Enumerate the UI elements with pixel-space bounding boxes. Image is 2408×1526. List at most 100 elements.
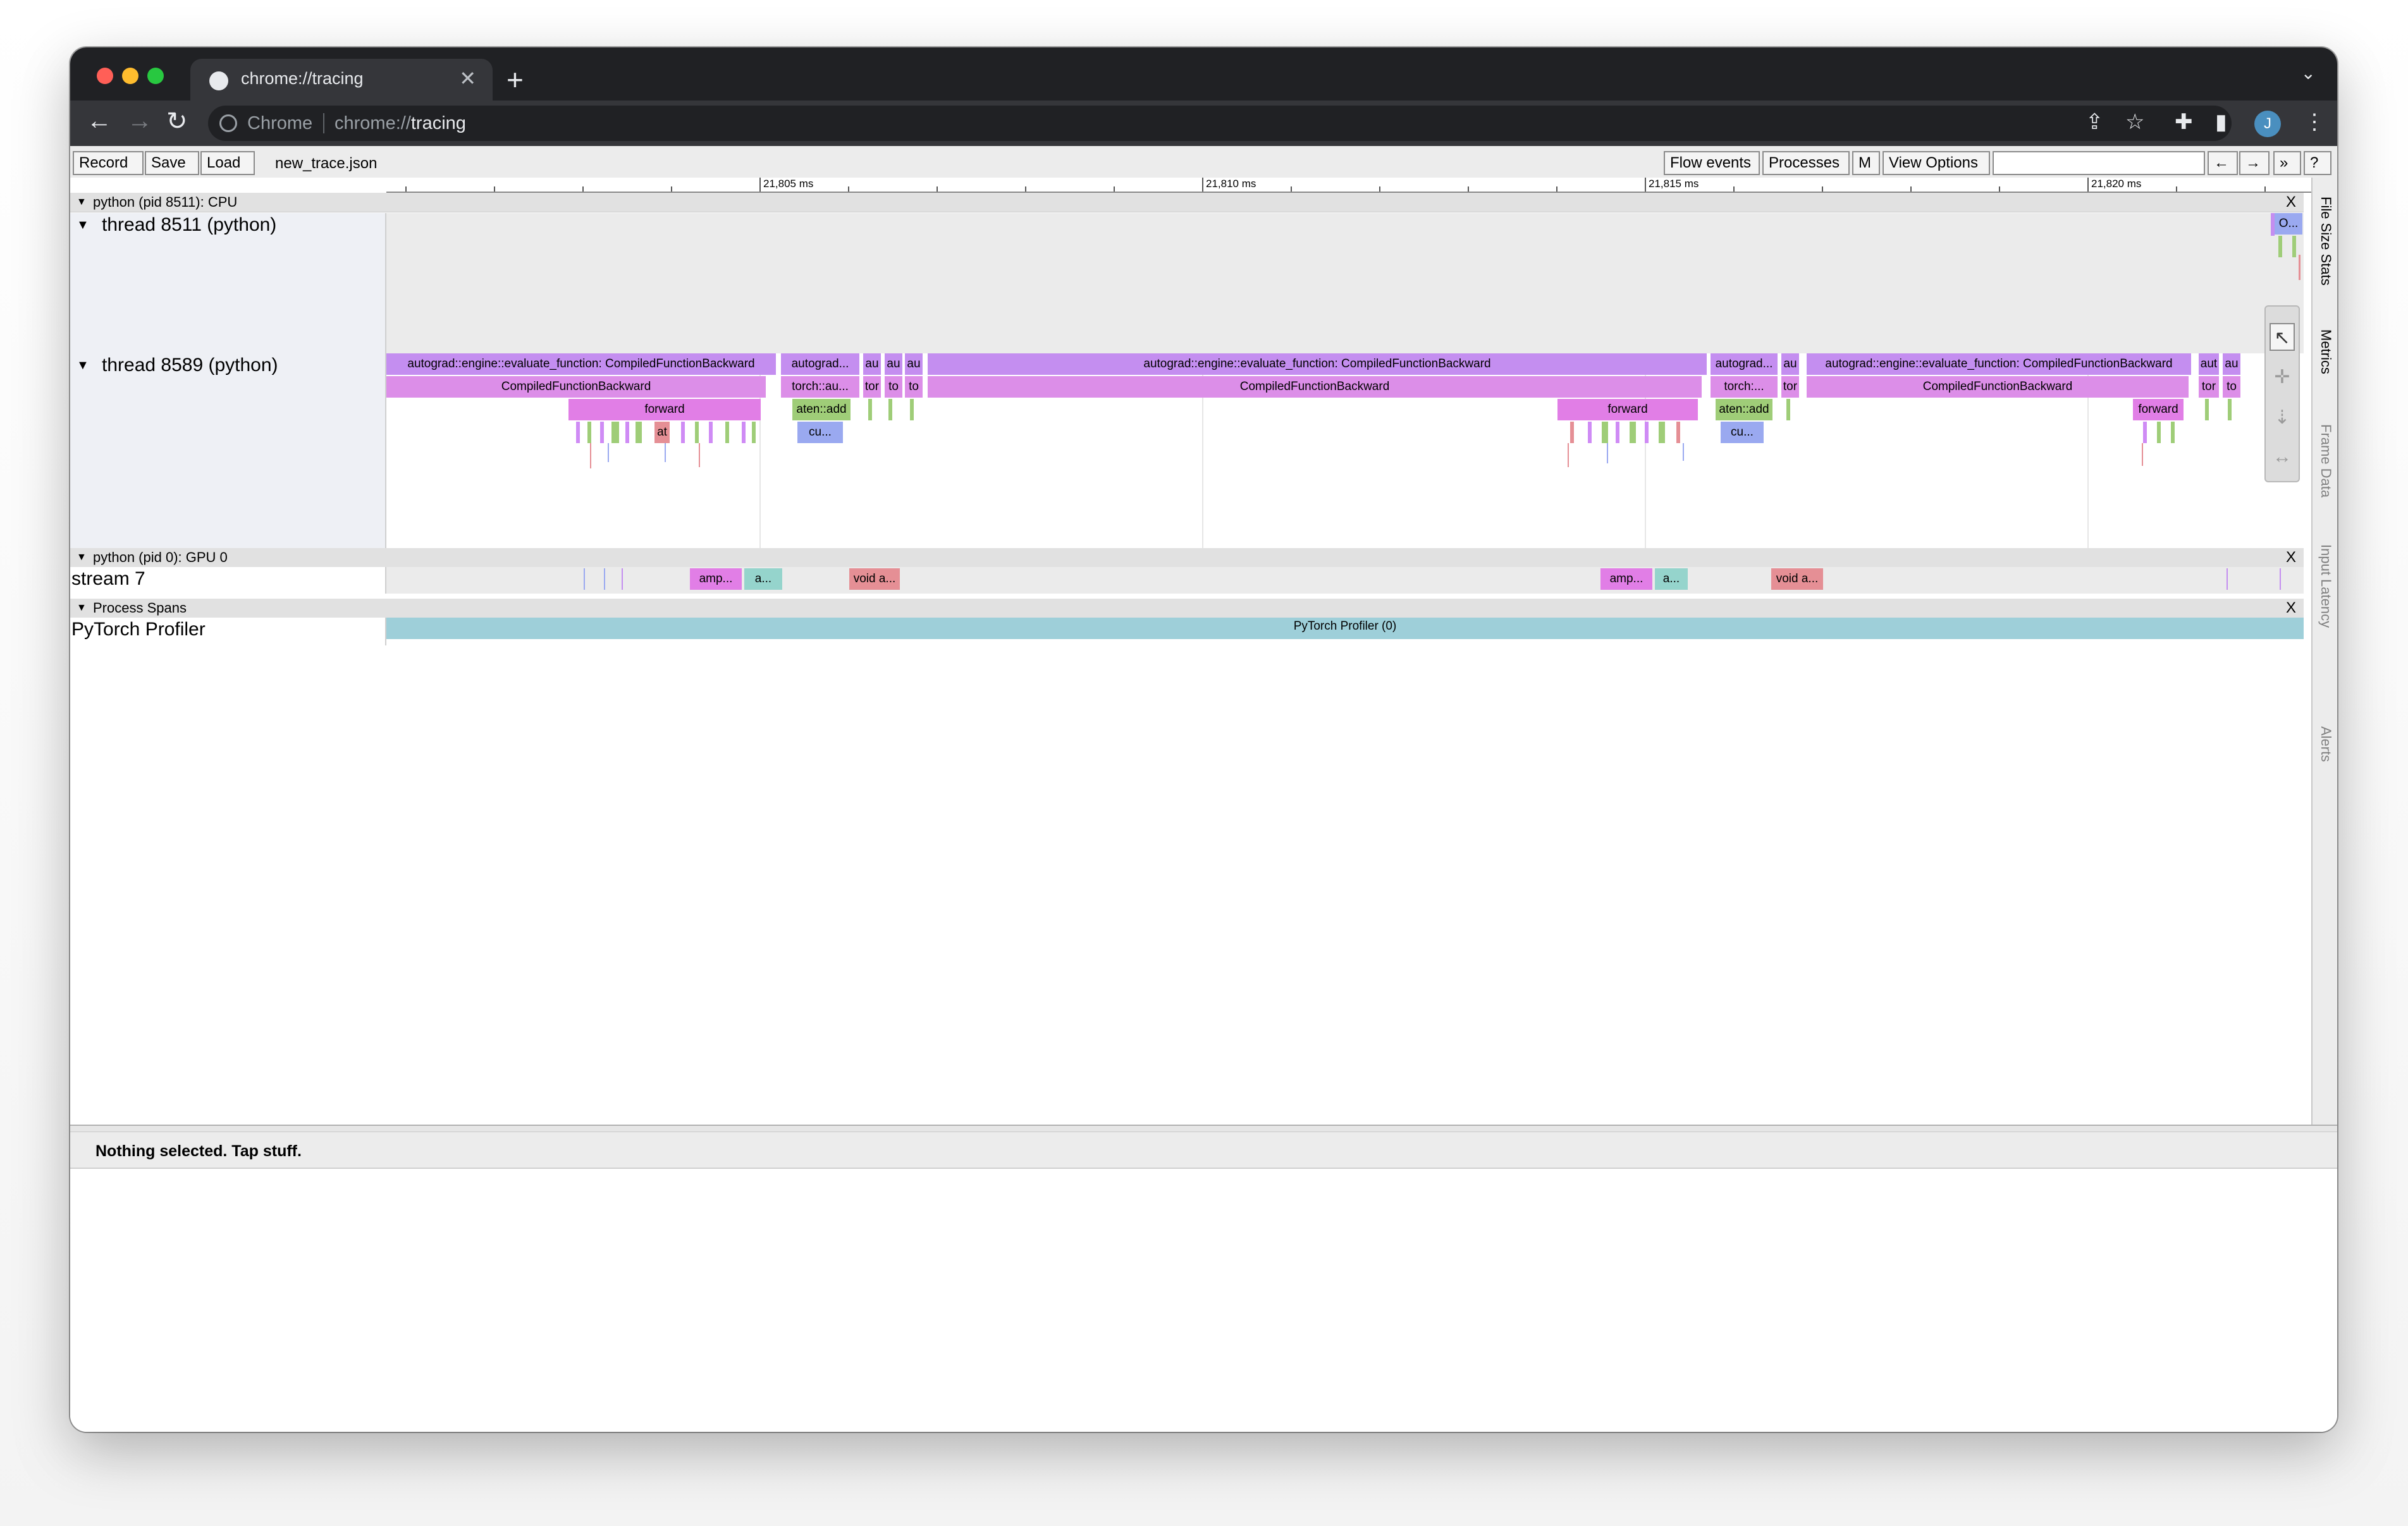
collapse-triangle-icon[interactable]: ▼ xyxy=(77,548,87,567)
url-scheme: chrome:// xyxy=(335,113,411,133)
tab-alerts[interactable]: Alerts xyxy=(2318,726,2334,762)
back-icon[interactable]: ← xyxy=(87,107,112,135)
pan-mode-icon[interactable]: ✛ xyxy=(2270,363,2295,391)
trace-slice[interactable]: au xyxy=(885,353,902,375)
view-options-button[interactable]: View Options xyxy=(1883,151,1990,175)
chrome-menu-icon[interactable]: ⋮ xyxy=(2304,109,2325,135)
bookmark-star-icon[interactable]: ☆ xyxy=(2125,109,2144,135)
trace-slice[interactable]: CompiledFunctionBackward xyxy=(386,376,766,398)
expand-button[interactable]: » xyxy=(2273,151,2301,175)
find-next-button[interactable]: → xyxy=(2239,151,2270,175)
zoom-mode-icon[interactable]: ⇣ xyxy=(2270,404,2295,432)
trace-slice[interactable]: CompiledFunctionBackward xyxy=(928,376,1702,398)
trace-slice[interactable]: tor xyxy=(863,376,881,398)
trace-slice[interactable]: cu... xyxy=(1721,422,1764,443)
stream-label-7[interactable]: stream 7 xyxy=(70,567,386,594)
trace-slice[interactable]: O... xyxy=(2275,213,2302,235)
trace-slice[interactable]: forward xyxy=(568,399,761,420)
profile-avatar[interactable]: J xyxy=(2254,111,2281,137)
save-button[interactable]: Save xyxy=(145,151,199,175)
tab-frame-data[interactable]: Frame Data xyxy=(2318,424,2334,497)
trace-slice[interactable]: au xyxy=(1781,353,1799,375)
process-header-gpu[interactable]: ▼ python (pid 0): GPU 0 X xyxy=(70,548,2304,568)
trace-slice[interactable]: to xyxy=(885,376,902,398)
tab-search-button[interactable]: ⌄ xyxy=(2301,63,2316,83)
reload-icon[interactable]: ↻ xyxy=(166,107,188,136)
trace-slice[interactable]: aut xyxy=(2199,353,2219,375)
trace-slice[interactable]: cu... xyxy=(797,422,843,443)
trace-slice[interactable]: tor xyxy=(2199,376,2219,398)
trace-slice[interactable]: to xyxy=(2223,376,2240,398)
trace-slice[interactable]: au xyxy=(905,353,923,375)
collapse-triangle-icon[interactable]: ▼ xyxy=(77,358,89,373)
tab-file-size-stats[interactable]: File Size Stats xyxy=(2318,197,2334,286)
tab-metrics[interactable]: Metrics xyxy=(2318,329,2334,374)
collapse-triangle-icon[interactable]: ▼ xyxy=(77,193,87,212)
kernel-slice[interactable]: a... xyxy=(744,568,782,590)
search-input[interactable] xyxy=(1993,151,2205,175)
load-button[interactable]: Load xyxy=(200,151,255,175)
find-previous-button[interactable]: ← xyxy=(2208,151,2238,175)
selection-mode-icon[interactable]: ↖ xyxy=(2270,323,2295,351)
trace-slice[interactable]: torch:... xyxy=(1711,376,1778,398)
close-window-button[interactable] xyxy=(97,68,113,84)
zoom-window-button[interactable] xyxy=(147,68,164,84)
trace-slice[interactable]: at xyxy=(654,422,670,443)
trace-slice[interactable]: aten::add xyxy=(1716,399,1772,420)
trace-slice[interactable]: forward xyxy=(2133,399,2184,420)
process-header-spans[interactable]: ▼ Process Spans X xyxy=(70,599,2304,618)
profiler-label[interactable]: PyTorch Profiler xyxy=(70,618,386,645)
trace-slice[interactable]: autograd::engine::evaluate_function: Com… xyxy=(386,353,776,375)
collapse-triangle-icon[interactable]: ▼ xyxy=(77,218,89,233)
metadata-button[interactable]: M xyxy=(1852,151,1880,175)
thread-8511-track[interactable]: O... xyxy=(386,213,2304,353)
kernel-slice[interactable]: a... xyxy=(1655,568,1688,590)
trace-slice[interactable]: au xyxy=(863,353,881,375)
kernel-slice[interactable]: void a... xyxy=(849,568,900,590)
kernel-slice[interactable]: amp... xyxy=(1600,568,1652,590)
record-button[interactable]: Record xyxy=(73,151,144,175)
stream-7-track[interactable]: amp... a... void a... amp... a... void a… xyxy=(386,567,2304,594)
close-process-button[interactable]: X xyxy=(2286,548,2296,567)
trace-slice[interactable]: autograd::engine::evaluate_function: Com… xyxy=(1807,353,2191,375)
trace-slice[interactable]: au xyxy=(2223,353,2240,375)
profiler-span-slice[interactable]: PyTorch Profiler (0) xyxy=(386,618,2304,639)
collapse-triangle-icon[interactable]: ▼ xyxy=(77,599,87,618)
address-bar[interactable]: Chrome chrome://tracing xyxy=(208,106,2232,141)
thread-label-8511[interactable]: ▼ thread 8511 (python) xyxy=(70,213,386,353)
trace-mini-slice xyxy=(1676,422,1680,443)
trace-slice[interactable]: CompiledFunctionBackward xyxy=(1807,376,2189,398)
trace-slice[interactable]: autograd::engine::evaluate_function: Com… xyxy=(928,353,1707,375)
share-icon[interactable]: ⇪ xyxy=(2086,109,2104,135)
process-header-cpu[interactable]: ▼ python (pid 8511): CPU X xyxy=(70,193,2304,212)
new-tab-button[interactable]: + xyxy=(507,63,524,97)
flow-events-button[interactable]: Flow events xyxy=(1664,151,1760,175)
trace-slice[interactable]: autograd... xyxy=(1711,353,1778,375)
close-process-button[interactable]: X xyxy=(2286,599,2296,618)
thread-8589-track[interactable]: autograd::engine::evaluate_function: Com… xyxy=(386,353,2304,548)
forward-icon[interactable]: → xyxy=(127,107,152,135)
minimize-window-button[interactable] xyxy=(122,68,138,84)
trace-slice[interactable]: to xyxy=(905,376,923,398)
tab-tracing[interactable]: chrome://tracing ✕ xyxy=(190,59,493,101)
timing-mode-icon[interactable]: ↔ xyxy=(2270,443,2295,471)
processes-button[interactable]: Processes xyxy=(1762,151,1850,175)
profiler-track[interactable]: PyTorch Profiler (0) xyxy=(386,618,2304,645)
trace-slice[interactable]: torch::au... xyxy=(781,376,859,398)
kernel-slice[interactable]: void a... xyxy=(1771,568,1823,590)
kernel-slice[interactable]: amp... xyxy=(690,568,742,590)
panel-resize-handle[interactable] xyxy=(70,1125,2337,1132)
close-process-button[interactable]: X xyxy=(2286,193,2296,212)
trace-slice[interactable]: aten::add xyxy=(792,399,851,420)
tab-input-latency[interactable]: Input Latency xyxy=(2318,544,2334,628)
side-panel-icon[interactable]: ▮ xyxy=(2215,109,2227,135)
trace-slice[interactable]: autograd... xyxy=(781,353,859,375)
thread-label-8589[interactable]: ▼ thread 8589 (python) xyxy=(70,353,386,548)
trace-slice[interactable]: forward xyxy=(1557,399,1698,420)
help-button[interactable]: ? xyxy=(2304,151,2331,175)
ruler-minor-tick xyxy=(1556,186,1557,192)
timeline-view[interactable]: 21,805 ms 21,810 ms 21,815 ms 21,820 ms xyxy=(70,178,2311,1125)
trace-slice[interactable]: tor xyxy=(1781,376,1799,398)
extensions-icon[interactable]: ✚ xyxy=(2175,109,2193,135)
close-icon[interactable]: ✕ xyxy=(459,66,476,90)
